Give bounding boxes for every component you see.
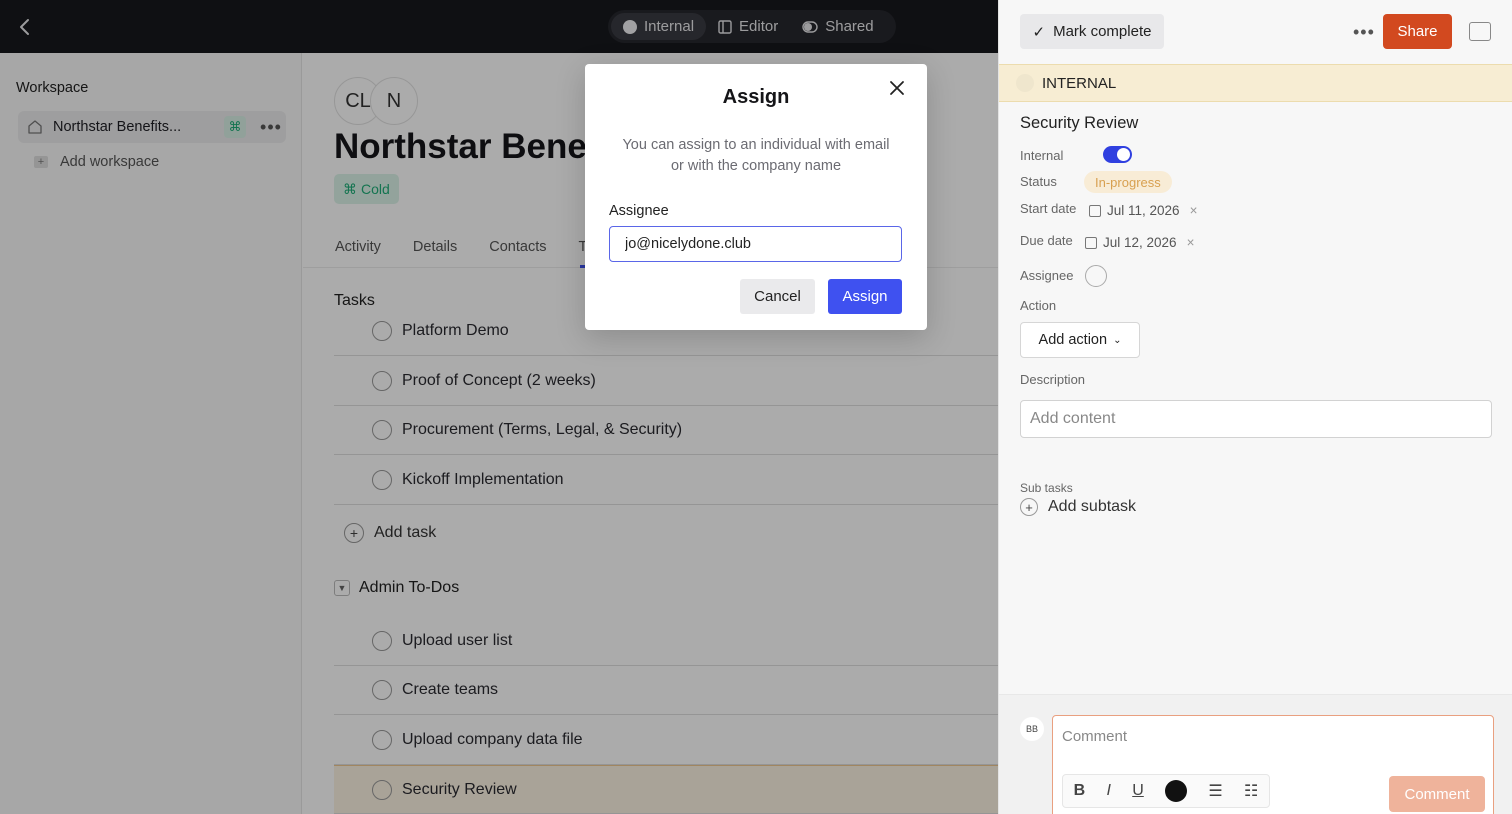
internal-label: Internal [1020, 148, 1064, 163]
add-subtask-label: Add subtask [1048, 498, 1137, 515]
assign-modal: Assign You can assign to an individual w… [585, 64, 927, 330]
plus-circle-icon: + [1020, 498, 1038, 516]
status-badge[interactable]: In-progress [1084, 171, 1172, 193]
italic-icon[interactable]: I [1106, 782, 1110, 800]
assignee-label: Assignee [1020, 268, 1074, 283]
action-label: Action [1020, 298, 1057, 313]
visibility-label: INTERNAL [1042, 74, 1117, 92]
collapse-panel-icon[interactable] [1469, 22, 1491, 41]
mark-complete-button[interactable]: ✓ Mark complete [1020, 14, 1164, 49]
start-date-value: Jul 11, 2026 [1107, 203, 1180, 218]
due-date-label: Due date [1020, 233, 1073, 248]
description-input[interactable]: Add content [1020, 400, 1492, 438]
status-label: Status [1020, 174, 1057, 189]
assign-button[interactable]: Assign [828, 279, 902, 314]
comment-submit-button[interactable]: Comment [1389, 776, 1485, 812]
more-options-icon[interactable]: ••• [1353, 22, 1375, 43]
calendar-icon [1085, 236, 1097, 249]
assignee-field-label: Assignee [609, 203, 669, 219]
description-label: Description [1020, 372, 1086, 387]
text-color-icon[interactable] [1165, 780, 1188, 802]
numbered-list-icon[interactable]: ☷ [1244, 781, 1258, 801]
comment-section: BB Comment B I U ☰ ☷ Comment [999, 694, 1512, 814]
cancel-button[interactable]: Cancel [740, 279, 815, 314]
internal-toggle[interactable] [1103, 146, 1132, 163]
share-button[interactable]: Share [1383, 14, 1452, 49]
task-title[interactable]: Security Review [1020, 114, 1138, 133]
formatting-toolbar: B I U ☰ ☷ [1062, 774, 1270, 808]
bullet-list-icon[interactable]: ☰ [1208, 781, 1222, 801]
subtasks-label: Sub tasks [1020, 481, 1073, 495]
due-date-field[interactable]: Jul 12, 2026 × [1085, 235, 1194, 250]
add-action-dropdown[interactable]: Add action ⌄ [1020, 322, 1140, 358]
circle-icon [1016, 74, 1034, 92]
chevron-down-icon: ⌄ [1113, 334, 1122, 346]
user-icon[interactable] [1085, 265, 1107, 287]
due-date-value: Jul 12, 2026 [1103, 235, 1177, 250]
add-action-label: Add action [1038, 332, 1108, 348]
clear-icon[interactable]: × [1190, 203, 1198, 218]
close-icon[interactable] [888, 79, 906, 97]
bold-icon[interactable]: B [1074, 782, 1086, 800]
start-date-label: Start date [1020, 201, 1077, 216]
calendar-icon [1089, 204, 1101, 217]
comment-placeholder: Comment [1062, 728, 1128, 745]
avatar: BB [1020, 717, 1044, 741]
underline-icon[interactable]: U [1132, 782, 1144, 800]
check-icon: ✓ [1032, 23, 1046, 41]
add-subtask-button[interactable]: + Add subtask [1020, 498, 1136, 516]
modal-description: You can assign to an individual with ema… [622, 137, 890, 174]
modal-title: Assign [722, 86, 790, 108]
mark-complete-label: Mark complete [1053, 23, 1152, 40]
task-detail-panel: ✓ Mark complete ••• Share INTERNAL Secur… [998, 0, 1512, 814]
assignee-input[interactable] [609, 226, 902, 262]
comment-editor[interactable]: Comment B I U ☰ ☷ Comment [1052, 715, 1494, 814]
visibility-banner: INTERNAL [999, 64, 1512, 102]
start-date-field[interactable]: Jul 11, 2026 × [1089, 203, 1197, 218]
clear-icon[interactable]: × [1187, 235, 1195, 250]
